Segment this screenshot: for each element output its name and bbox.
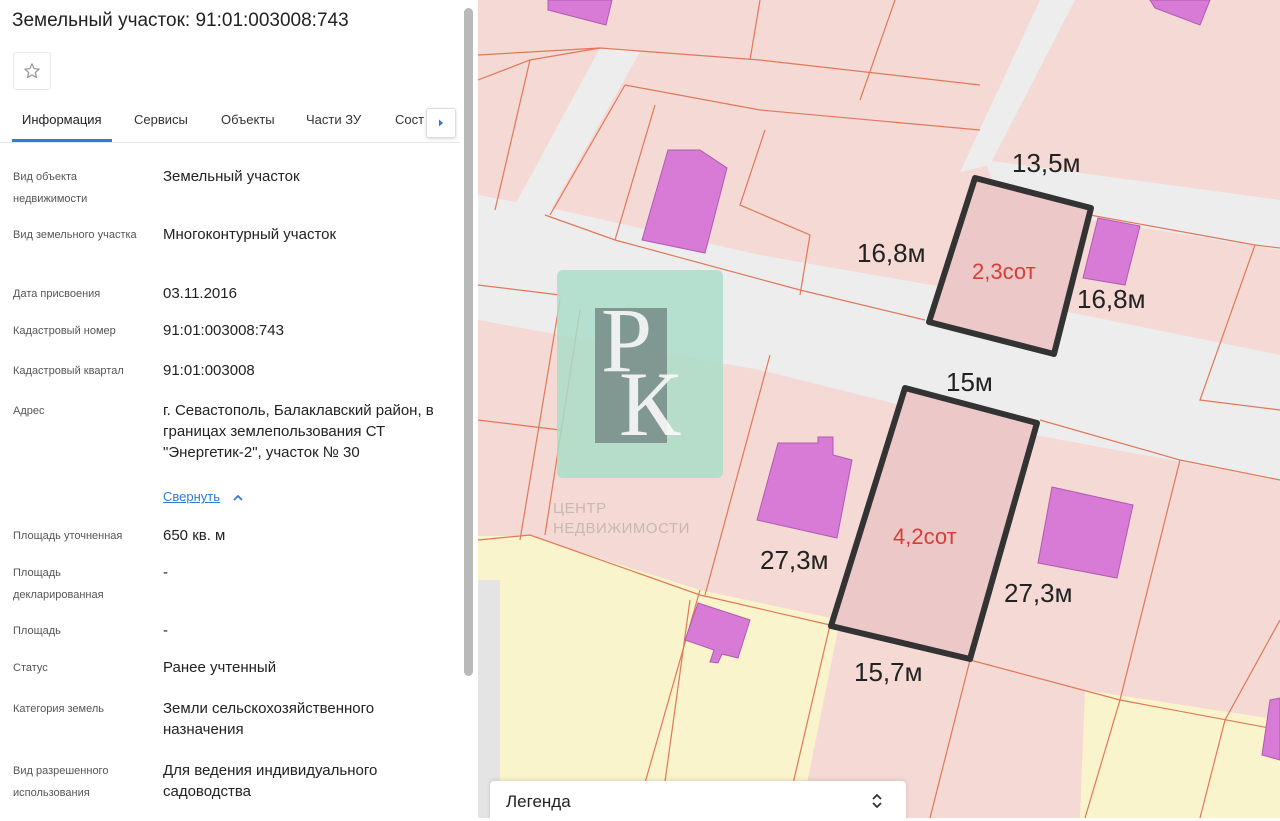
field-value-assign-date: 03.11.2016 xyxy=(163,285,237,302)
field-label-assign-date: Дата присвоения xyxy=(13,288,101,300)
plot-top-area-label: 2,3сот xyxy=(972,259,1036,284)
plot-bottom-side-right-label: 27,3м xyxy=(1004,578,1073,608)
field-label-object-type: Вид объекта недвижимости xyxy=(13,171,88,205)
plot-top-side-left-label: 16,8м xyxy=(857,238,926,268)
info-panel: Земельный участок: 91:01:003008:743 Инфо… xyxy=(0,0,478,818)
cadastral-map[interactable]: Р К xyxy=(478,0,1280,818)
plot-top-side-top-label: 13,5м xyxy=(1012,148,1081,178)
collapse-link[interactable]: Свернуть xyxy=(163,489,220,504)
field-value-object-type: Земельный участок xyxy=(163,168,300,185)
watermark-monogram-bottom: К xyxy=(619,353,681,455)
field-label-refined-area: Площадь уточненная xyxy=(13,530,123,542)
page-title: Земельный участок: 91:01:003008:743 xyxy=(12,10,349,31)
watermark-logo: Р К xyxy=(557,270,723,478)
sort-arrows-icon[interactable] xyxy=(870,791,884,811)
field-value-cadastral-number: 91:01:003008:743 xyxy=(163,322,284,339)
field-label-declared-area: Площадь декларированная xyxy=(13,567,104,601)
field-label-status: Статус xyxy=(13,662,48,674)
tab-composition[interactable]: Сост xyxy=(395,112,424,127)
watermark-text-line2: НЕДВИЖИМОСТИ xyxy=(553,520,690,537)
legend-title: Легенда xyxy=(506,792,571,811)
field-label-land-category: Категория земель xyxy=(13,703,104,715)
field-value-address: г. Севастополь, Балаклавский район, в гр… xyxy=(163,402,434,461)
field-value-permitted-use: Для ведения индивидуального садоводства xyxy=(163,762,378,800)
plot-bottom-side-bottom-label: 15,7м xyxy=(854,657,923,687)
field-label-address: Адрес xyxy=(13,405,45,417)
field-label-cadastral-quarter: Кадастровый квартал xyxy=(13,365,124,377)
tab-bar: Информация Сервисы Объекты Части ЗУ Сост xyxy=(0,106,460,143)
chevron-up-icon[interactable] xyxy=(232,493,244,503)
field-label-land-type: Вид земельного участка xyxy=(13,229,137,241)
plot-bottom-side-left-label: 27,3м xyxy=(760,545,829,575)
field-value-area: - xyxy=(163,622,168,639)
field-value-land-category: Земли сельскохозяйственного назначения xyxy=(163,700,375,738)
watermark-text-line1: ЦЕНТР xyxy=(553,500,607,517)
tabs-scroll-button[interactable] xyxy=(426,108,456,138)
field-value-declared-area: - xyxy=(163,564,168,581)
tab-information[interactable]: Информация xyxy=(22,112,102,127)
field-label-cadastral-number: Кадастровый номер xyxy=(13,325,116,337)
field-value-land-type: Многоконтурный участок xyxy=(163,226,337,243)
star-icon xyxy=(24,63,40,79)
field-value-status: Ранее учтенный xyxy=(163,659,277,676)
active-tab-indicator xyxy=(12,139,112,142)
favorite-button[interactable] xyxy=(13,52,51,90)
plot-top-side-right-label: 16,8м xyxy=(1077,284,1146,314)
plot-bottom-side-top-label: 15м xyxy=(946,367,993,397)
field-label-permitted-use: Вид разрешенного использования xyxy=(13,765,109,799)
chevron-right-icon xyxy=(439,119,443,127)
plot-bottom-area-label: 4,2сот xyxy=(893,524,957,549)
field-label-area: Площадь xyxy=(13,625,61,637)
tab-services[interactable]: Сервисы xyxy=(134,112,188,127)
legend-panel[interactable]: Легенда xyxy=(490,781,906,821)
tab-land-parts[interactable]: Части ЗУ xyxy=(306,112,361,127)
field-value-cadastral-quarter: 91:01:003008 xyxy=(163,362,255,379)
panel-scrollbar[interactable] xyxy=(464,8,473,676)
tab-objects[interactable]: Объекты xyxy=(221,112,275,127)
field-value-refined-area: 650 кв. м xyxy=(163,527,226,544)
